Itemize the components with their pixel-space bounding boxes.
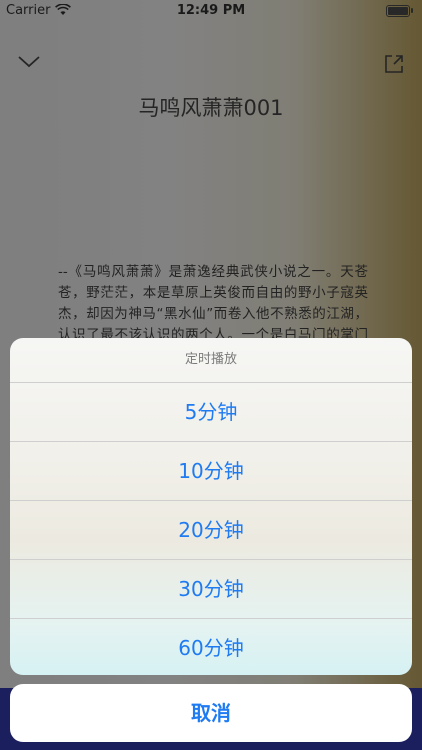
timer-option-60[interactable]: 60分钟	[10, 619, 412, 675]
timer-option-10[interactable]: 10分钟	[10, 442, 412, 501]
timer-action-sheet: 定时播放 5分钟 10分钟 20分钟 30分钟 60分钟	[10, 338, 412, 675]
timer-option-30[interactable]: 30分钟	[10, 560, 412, 619]
timer-option-5[interactable]: 5分钟	[10, 383, 412, 442]
cancel-button[interactable]: 取消	[10, 684, 412, 742]
timer-option-20[interactable]: 20分钟	[10, 501, 412, 560]
action-sheet-title: 定时播放	[10, 338, 412, 383]
